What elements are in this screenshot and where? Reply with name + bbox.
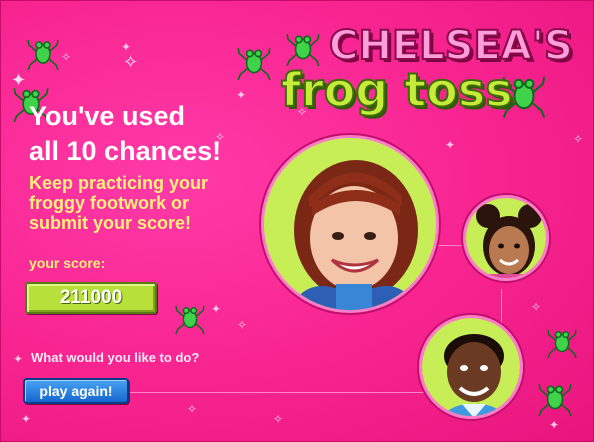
divider-line — [129, 392, 429, 393]
score-label: your score: — [29, 255, 106, 271]
message-line: Keep practicing your — [29, 173, 209, 193]
sparkle-icon: ✦ — [211, 302, 222, 316]
action-prompt: What would you like to do? — [31, 350, 200, 365]
play-again-button[interactable]: play again! — [23, 378, 129, 404]
score-display: 211000 — [25, 282, 157, 314]
headline-line: You've used — [29, 101, 185, 131]
headline-line: all 10 chances! — [29, 136, 222, 166]
result-message: Keep practicing your froggy footwork or … — [29, 173, 269, 233]
sparkle-icon: ✧ — [61, 50, 72, 64]
character-portrait-bottom — [419, 315, 523, 419]
frog-icon — [538, 384, 572, 417]
message-line: submit your score! — [29, 213, 192, 233]
frog-icon — [286, 34, 320, 67]
message-line: froggy footwork or — [29, 193, 189, 213]
sparkle-icon: ✦ — [549, 418, 560, 432]
sparkle-icon: ✧ — [187, 402, 198, 416]
sparkle-icon: ✧ — [273, 412, 284, 426]
game-title-bottom: frog toss — [280, 62, 514, 118]
frog-icon — [547, 329, 577, 359]
sparkle-icon: ✦ — [13, 352, 24, 366]
frog-icon — [237, 48, 271, 81]
frog-icon — [175, 305, 205, 335]
sparkle-icon: ✦ — [445, 138, 456, 152]
sparkle-icon: ✧ — [573, 132, 584, 146]
sparkle-icon: ✧ — [237, 318, 248, 332]
sparkle-icon: ✦ — [21, 412, 32, 426]
sparkle-icon: ✧ — [531, 300, 542, 314]
sparkle-icon: ✧ — [123, 52, 139, 72]
game-screen: ✦ ✧ ✦ ✧ ✦ ✧ ✦ ✧ ✦ ✧ ✦ ✧ ✦ ✧ ✦ ✧ ✦ ✧ — [0, 0, 594, 442]
frog-icon — [27, 39, 59, 71]
character-portrait-top-right — [463, 195, 549, 281]
result-headline: You've used all 10 chances! — [29, 99, 289, 169]
